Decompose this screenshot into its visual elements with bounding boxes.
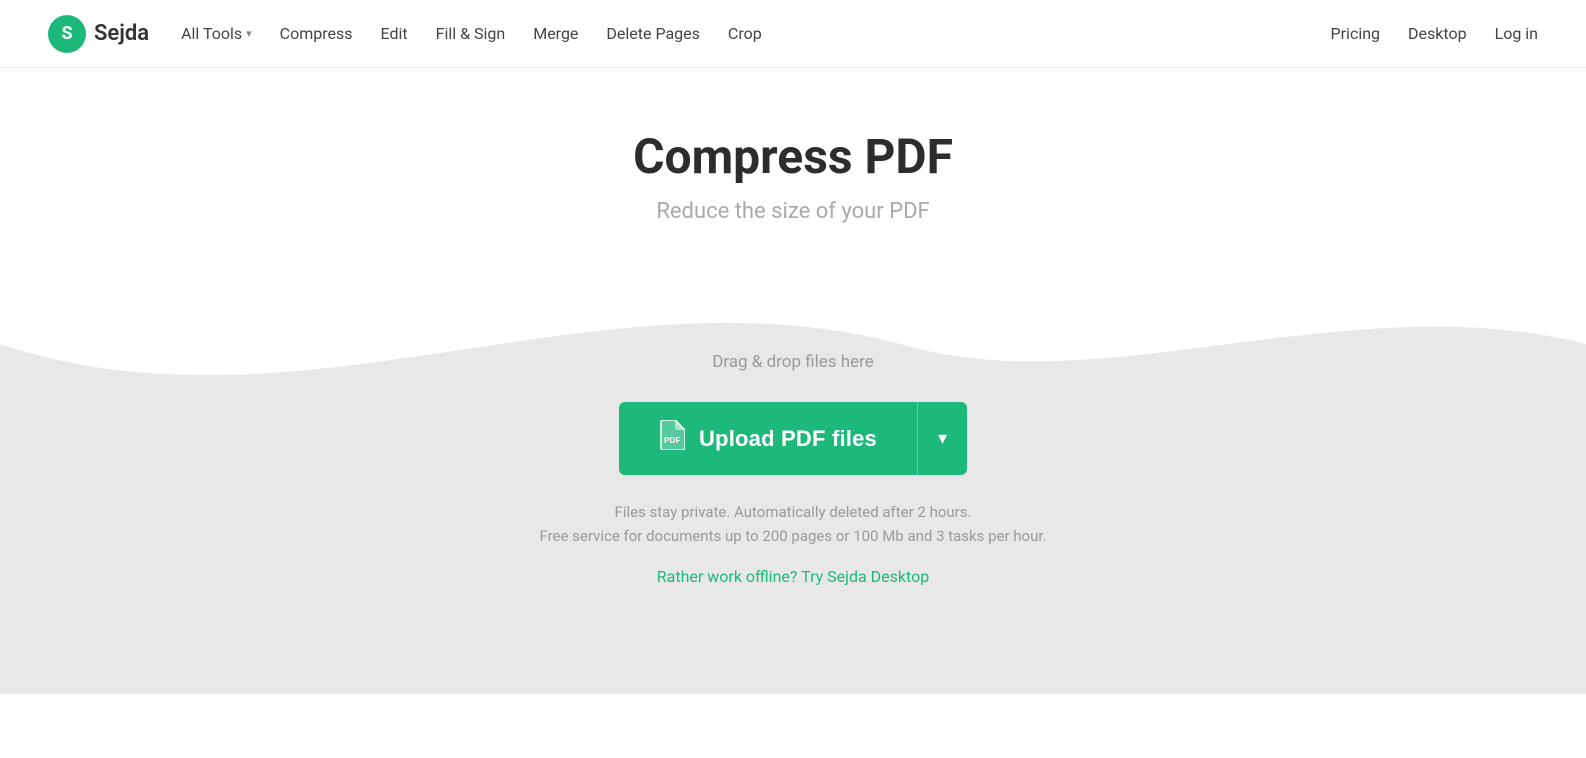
privacy-text: Files stay private. Automatically delete… [615, 503, 972, 521]
logo-icon: S [48, 15, 86, 53]
upload-section: Drag & drop files here PDF Upload PDF fi… [0, 264, 1586, 694]
header: S Sejda All Tools ▾ Compress Edit Fill &… [0, 0, 1586, 68]
upload-button-label: Upload PDF files [699, 426, 877, 452]
logo-name: Sejda [94, 21, 149, 46]
upload-dropdown-button[interactable]: ▾ [917, 402, 967, 475]
nav-item-fill-sign[interactable]: Fill & Sign [436, 24, 506, 43]
hero-subtitle: Reduce the size of your PDF [0, 199, 1586, 224]
nav-item-desktop[interactable]: Desktop [1408, 24, 1467, 43]
hero-section: Compress PDF Reduce the size of your PDF [0, 68, 1586, 224]
nav-item-pricing[interactable]: Pricing [1331, 24, 1381, 43]
drag-drop-label: Drag & drop files here [712, 352, 874, 372]
nav-item-edit[interactable]: Edit [381, 24, 408, 43]
main-nav: All Tools ▾ Compress Edit Fill & Sign Me… [181, 24, 762, 43]
logo[interactable]: S Sejda [48, 15, 149, 53]
limit-text: Free service for documents up to 200 pag… [539, 527, 1046, 545]
nav-item-login[interactable]: Log in [1495, 24, 1538, 43]
nav-item-crop[interactable]: Crop [728, 24, 762, 43]
upload-button-group: PDF Upload PDF files ▾ [619, 402, 967, 475]
nav-item-compress[interactable]: Compress [280, 24, 353, 43]
pdf-file-icon: PDF [659, 420, 685, 457]
nav-left: S Sejda All Tools ▾ Compress Edit Fill &… [48, 15, 762, 53]
nav-item-delete-pages[interactable]: Delete Pages [606, 24, 699, 43]
nav-right: Pricing Desktop Log in [1331, 24, 1538, 43]
page-title: Compress PDF [0, 128, 1586, 185]
nav-item-all-tools[interactable]: All Tools ▾ [181, 24, 252, 43]
svg-text:PDF: PDF [664, 436, 681, 445]
chevron-down-icon: ▾ [246, 27, 252, 40]
offline-link[interactable]: Rather work offline? Try Sejda Desktop [657, 567, 929, 586]
chevron-down-icon: ▾ [938, 428, 947, 449]
upload-content: Drag & drop files here PDF Upload PDF fi… [0, 292, 1586, 666]
nav-item-merge[interactable]: Merge [533, 24, 578, 43]
upload-pdf-button[interactable]: PDF Upload PDF files [619, 402, 917, 475]
